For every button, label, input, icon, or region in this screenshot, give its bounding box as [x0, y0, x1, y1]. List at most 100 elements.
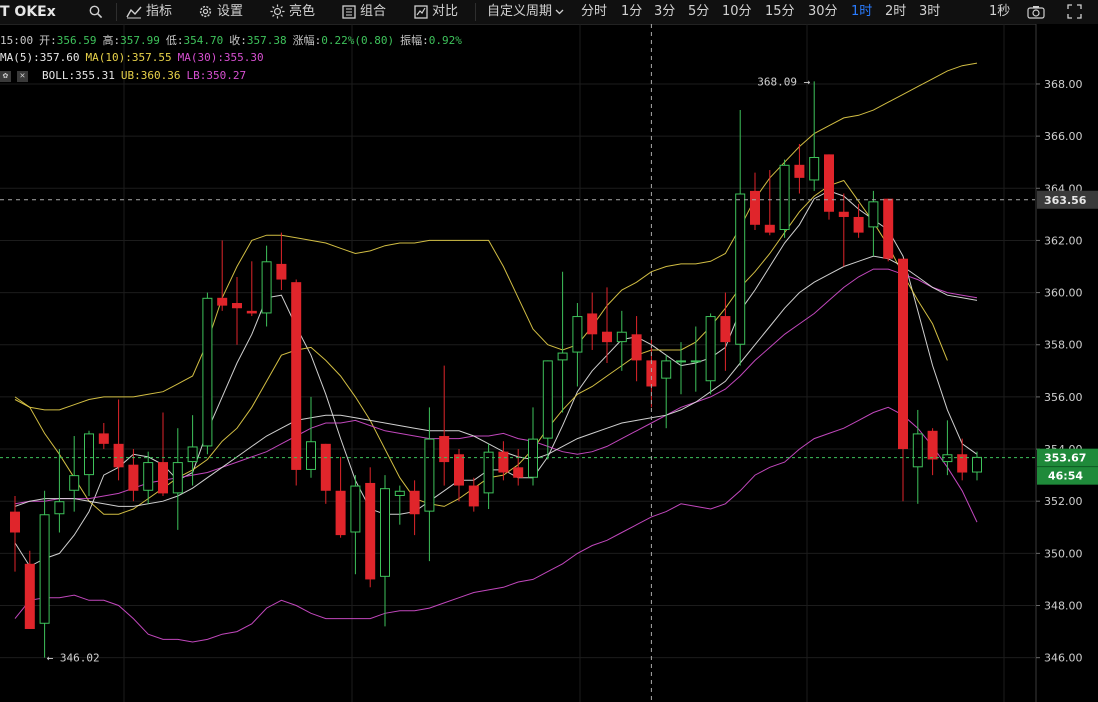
low-label: 低:	[165, 34, 184, 47]
period-tab-5m[interactable]: 5分	[688, 0, 709, 24]
candle-body	[972, 456, 982, 473]
candle	[232, 276, 242, 345]
candle-body	[54, 501, 65, 515]
candle	[454, 449, 464, 502]
candle	[794, 143, 805, 194]
compare-button[interactable]: 对比	[414, 0, 458, 24]
candle-body	[276, 263, 287, 280]
candle-body	[705, 316, 716, 382]
settings-label: 设置	[217, 4, 244, 19]
candle	[750, 172, 760, 231]
period-tab-3h[interactable]: 3时	[919, 0, 940, 24]
series-line-lb	[14, 406, 978, 643]
period-tab-timeshare[interactable]: 分时	[581, 0, 607, 24]
candle-body	[394, 490, 405, 496]
candle-body	[158, 462, 168, 494]
custom-period-dropdown[interactable]: 自定义周期	[487, 0, 564, 24]
candle	[10, 495, 20, 572]
period-tab-3m[interactable]: 3分	[654, 0, 675, 24]
candle	[735, 110, 746, 366]
candle-body	[912, 433, 923, 468]
crosshair-price-label: 363.56	[1044, 194, 1087, 207]
candle	[720, 292, 731, 371]
search-button[interactable]	[89, 0, 107, 24]
candle-body	[542, 360, 553, 439]
period-tab-30m[interactable]: 30分	[808, 0, 838, 24]
candle	[616, 310, 627, 371]
candle	[690, 326, 701, 392]
candle	[483, 443, 494, 510]
candle	[824, 154, 834, 220]
y-tick-label: 360.00	[1044, 287, 1083, 300]
candle	[320, 443, 331, 504]
candle	[528, 407, 538, 486]
period-tab-1h[interactable]: 1时	[851, 0, 872, 24]
brightness-label: 亮色	[289, 4, 316, 19]
indicator-lines	[14, 62, 978, 643]
period-tab-1m[interactable]: 1分	[621, 0, 642, 24]
candle-body	[172, 462, 183, 494]
candle-body	[794, 164, 805, 178]
candle-body	[69, 475, 80, 491]
compare-label: 对比	[432, 4, 459, 19]
candle-body	[616, 331, 627, 343]
candle-body	[84, 433, 94, 476]
candle-body	[187, 446, 198, 463]
candle-body	[646, 360, 657, 387]
candle	[380, 475, 390, 627]
candle	[513, 449, 524, 486]
sun-icon	[270, 4, 285, 19]
close-icon[interactable]: ✕	[17, 70, 28, 82]
ohlc-info: 15:00 开:356.59 高:357.99 低:354.70 收:357.38 涨幅:…	[0, 32, 468, 48]
candle-body	[217, 297, 228, 306]
settings-button[interactable]: 设置	[198, 0, 243, 24]
fullscreen-button[interactable]	[1067, 0, 1082, 24]
candle-body	[24, 563, 35, 629]
indicator-chart-icon	[126, 6, 142, 18]
ma10-value: MA(10):357.55	[85, 51, 172, 64]
combine-button[interactable]: 组合	[342, 0, 386, 24]
candle-body	[498, 451, 509, 473]
candle-body	[232, 303, 242, 309]
period-tab-15m[interactable]: 15分	[765, 0, 795, 24]
candle	[98, 422, 109, 450]
candle-body	[927, 430, 938, 460]
candle	[439, 365, 450, 486]
candle-body	[261, 261, 272, 314]
candle-body	[246, 310, 257, 314]
refresh-interval[interactable]: 1秒	[989, 0, 1010, 24]
candle-body	[380, 488, 390, 577]
candle	[779, 159, 790, 238]
boll-value: BOLL:355.31	[42, 69, 115, 82]
close-label: 收:	[229, 34, 247, 47]
y-tick-label: 352.00	[1044, 495, 1083, 508]
screenshot-button[interactable]	[1027, 0, 1045, 24]
candlestick-chart[interactable]: 368.09 → ← 346.02 346.00 348.00 350.00 352.0…	[0, 24, 1098, 702]
close-value: 357.38	[246, 34, 287, 47]
gear-icon	[199, 5, 212, 18]
candle-body	[720, 316, 731, 343]
ma5-value: MA(5):357.60	[0, 51, 80, 64]
period-tab-2h[interactable]: 2时	[885, 0, 906, 24]
indicator-settings-icon[interactable]: ✿	[0, 70, 11, 82]
period-tab-10m[interactable]: 10分	[722, 0, 752, 24]
open-value: 356.59	[56, 34, 97, 47]
candle-body	[365, 482, 376, 580]
candle-body	[572, 316, 583, 353]
brightness-button[interactable]: 亮色	[270, 0, 315, 24]
indicators-button[interactable]: 指标	[126, 0, 172, 24]
lb-value: LB:350.27	[186, 69, 247, 82]
candle-body	[631, 334, 642, 361]
candle-body	[202, 297, 213, 447]
candle	[883, 198, 894, 262]
candle	[291, 279, 302, 486]
candle	[927, 428, 938, 476]
candle-body	[898, 258, 908, 450]
ma30-value: MA(30):355.30	[177, 51, 264, 64]
high-label: 高:	[102, 34, 121, 47]
candle-body	[528, 438, 538, 478]
y-tick-label: 366.00	[1044, 130, 1083, 143]
fullscreen-icon	[1067, 4, 1082, 19]
candle-body	[409, 490, 420, 515]
candle	[306, 396, 316, 478]
